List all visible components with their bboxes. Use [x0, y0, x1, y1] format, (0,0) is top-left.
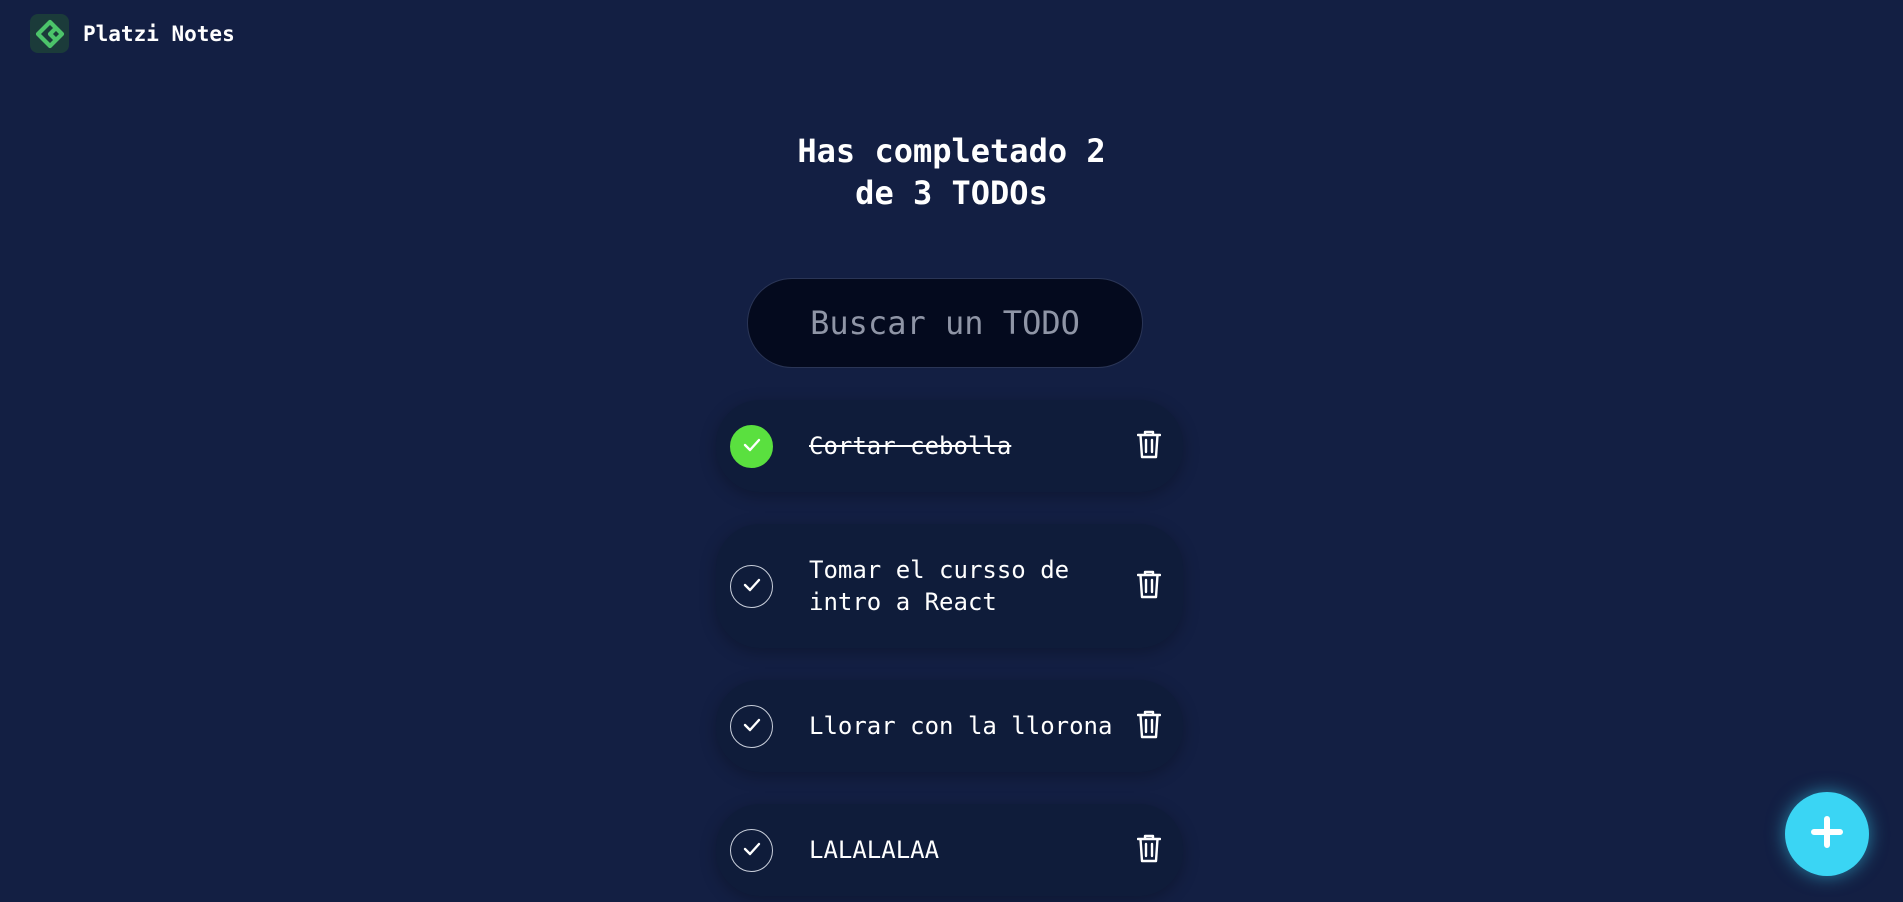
trash-icon: [1136, 834, 1162, 867]
brand[interactable]: Platzi Notes: [30, 14, 235, 53]
todo-check-button[interactable]: [730, 704, 773, 748]
todo-list: Cortar cebolla Tomar el cursso de intro …: [716, 400, 1183, 896]
trash-icon: [1136, 570, 1162, 603]
todo-app: Platzi Notes Has completado 2 de 3 TODOs…: [0, 0, 1903, 902]
todo-text: LALALALAA: [809, 836, 940, 864]
todo-item: Cortar cebolla: [716, 400, 1183, 492]
title-line-1: Has completado 2: [797, 132, 1106, 170]
todo-item: LALALALAA: [716, 804, 1183, 896]
page-title: Has completado 2 de 3 TODOs: [0, 130, 1903, 214]
todo-item: Llorar con la llorona: [716, 680, 1183, 772]
search-container: [747, 278, 1143, 368]
delete-button[interactable]: [1135, 710, 1163, 742]
brand-name: Platzi Notes: [83, 21, 235, 46]
check-icon: [743, 577, 761, 596]
trash-icon: [1136, 430, 1162, 463]
check-icon: [743, 437, 761, 456]
delete-button[interactable]: [1135, 834, 1163, 866]
todo-text: Llorar con la llorona: [809, 712, 1113, 740]
delete-button[interactable]: [1135, 570, 1163, 602]
add-todo-button[interactable]: [1785, 792, 1869, 876]
todo-check-button[interactable]: [730, 564, 773, 608]
todo-check-button[interactable]: [730, 424, 773, 468]
search-input[interactable]: [747, 278, 1143, 368]
plus-icon: [1810, 815, 1844, 853]
platzi-logo-icon: [30, 14, 69, 53]
todo-check-button[interactable]: [730, 828, 773, 872]
check-icon: [743, 717, 761, 736]
todo-text: Tomar el cursso de intro a React: [809, 556, 1070, 616]
todo-item: Tomar el cursso de intro a React: [716, 524, 1183, 648]
delete-button[interactable]: [1135, 430, 1163, 462]
title-line-2: de 3 TODOs: [855, 174, 1048, 212]
todo-text: Cortar cebolla: [809, 432, 1012, 460]
check-icon: [743, 841, 761, 860]
trash-icon: [1136, 710, 1162, 743]
